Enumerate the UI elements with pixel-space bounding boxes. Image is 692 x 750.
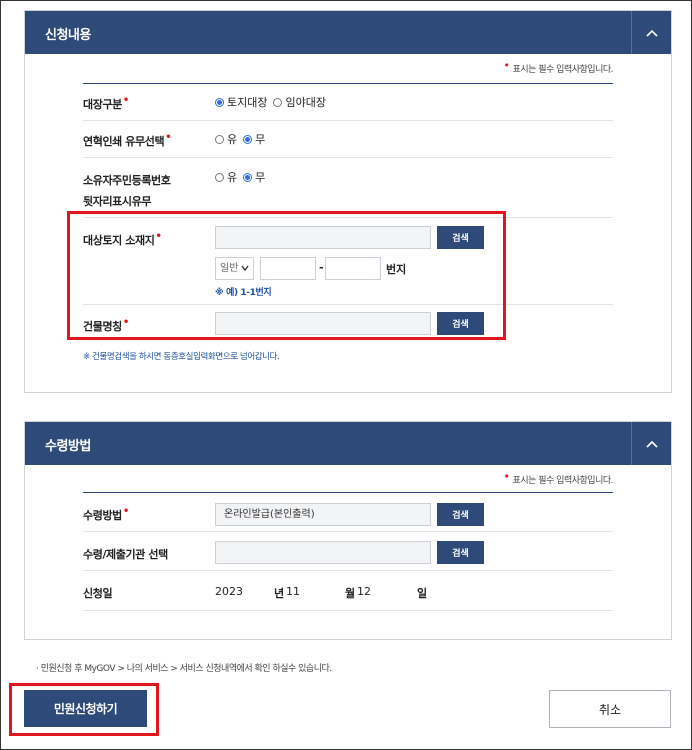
radio-resident-no[interactable]: 무 [243, 169, 265, 185]
apply-date-month: 11 [286, 585, 300, 598]
receive-section-title: 수령방법 [45, 439, 91, 454]
ledger-type-radios: 토지대장 임야대장 [215, 94, 326, 110]
agency-row: 수령/제출기관 선택 검색 [83, 532, 613, 571]
radio-selected-icon [243, 172, 253, 182]
apply-date-day-unit: 일 [417, 587, 428, 600]
radio-selected-icon [215, 97, 224, 107]
apply-date-month-unit: 월 [345, 587, 356, 600]
apply-collapse-button[interactable] [631, 11, 671, 54]
apply-date-year: 2023 [215, 585, 243, 598]
receive-section-header: 수령방법 [25, 422, 671, 465]
radio-empty-icon [273, 97, 283, 107]
receive-method-input[interactable]: 온라인발급(본인출력) [215, 503, 431, 526]
radio-history-no[interactable]: 무 [243, 131, 265, 147]
chevron-up-icon [645, 29, 658, 37]
receive-required-note: • 표시는 필수 입력사항입니다. [503, 470, 614, 486]
resident-number-label-1: 소유자주민등록번호 [83, 174, 171, 187]
building-search-note: ※ 건물명검색을 하시면 동층호실입력화면으로 넘어갑니다. [83, 352, 280, 362]
apply-required-note: • 표시는 필수 입력사항입니다. [503, 59, 614, 75]
apply-date-year-unit: 년 [274, 587, 285, 600]
radio-empty-icon [215, 172, 224, 182]
receive-section: 수령방법 • 표시는 필수 입력사항입니다. 수령방법• 온라인발급(본인출력) … [24, 421, 672, 640]
receive-method-label: 수령방법• [83, 506, 129, 522]
receive-form-table: 수령방법• 온라인발급(본인출력) 검색 수령/제출기관 선택 검색 신청일 2… [83, 492, 613, 612]
receive-collapse-button[interactable] [631, 422, 671, 465]
agency-label: 수령/제출기관 선택 [83, 548, 168, 561]
apply-section-header: 신청내용 [25, 11, 671, 54]
radio-empty-icon [215, 134, 224, 144]
cancel-button[interactable]: 취소 [549, 690, 671, 728]
agency-search-button[interactable]: 검색 [437, 541, 484, 564]
resident-number-row: 소유자주민등록번호 뒷자리표시유무 유 무 [83, 158, 613, 218]
history-print-label: 연혁인쇄 유무선택• [83, 132, 172, 148]
radio-selected-icon [243, 134, 253, 144]
apply-date-day: 12 [357, 585, 371, 598]
radio-forest-ledger[interactable]: 임야대장 [273, 94, 326, 110]
ledger-type-label: 대장구분• [83, 95, 129, 111]
required-marker: • [503, 59, 511, 72]
mygov-info-note: · 민원신청 후 MyGOV > 나의 서비스 > 서비스 신청내역에서 확인 … [36, 664, 332, 674]
resident-number-radios: 유 무 [215, 169, 265, 185]
required-marker: • [503, 470, 511, 483]
receive-method-search-button[interactable]: 검색 [437, 503, 484, 526]
ledger-type-row: 대장구분• 토지대장 임야대장 [83, 84, 613, 121]
history-print-row: 연혁인쇄 유무선택• 유 무 [83, 121, 613, 158]
resident-number-label-2: 뒷자리표시유무 [83, 195, 152, 208]
apply-date-label: 신청일 [83, 587, 113, 600]
radio-land-ledger[interactable]: 토지대장 [215, 94, 267, 110]
agency-input[interactable] [215, 541, 431, 564]
radio-resident-yes[interactable]: 유 [215, 169, 237, 185]
receive-method-row: 수령방법• 온라인발급(본인출력) 검색 [83, 493, 613, 532]
highlight-box-location [67, 211, 506, 340]
submit-application-button[interactable]: 민원신청하기 [24, 690, 147, 727]
history-print-radios: 유 무 [215, 131, 265, 147]
apply-date-row: 신청일 2023 년 11 월 12 일 [83, 571, 613, 611]
chevron-up-icon [645, 440, 658, 448]
apply-section-title: 신청내용 [45, 28, 91, 43]
radio-history-yes[interactable]: 유 [215, 131, 237, 147]
